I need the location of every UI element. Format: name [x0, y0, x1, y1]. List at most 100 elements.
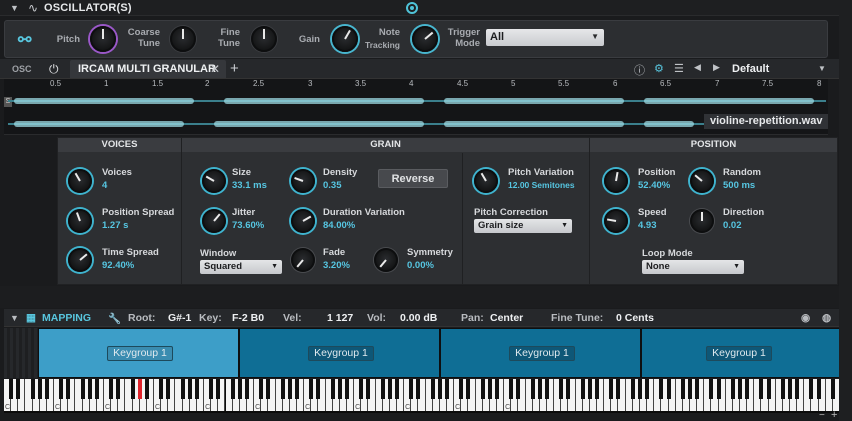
- black-key[interactable]: [795, 379, 800, 399]
- black-key[interactable]: [566, 379, 571, 399]
- vel-value[interactable]: 1 127: [327, 312, 353, 324]
- black-key[interactable]: [487, 379, 492, 399]
- black-key[interactable]: [630, 379, 635, 399]
- keygroup-zone[interactable]: Keygroup 1: [440, 328, 641, 378]
- fade-knob[interactable]: [291, 248, 315, 272]
- vertical-scrollbar[interactable]: [839, 0, 852, 421]
- black-key[interactable]: [280, 379, 285, 399]
- black-key[interactable]: [266, 379, 271, 399]
- black-key[interactable]: [387, 379, 392, 399]
- black-key[interactable]: [530, 379, 535, 399]
- fine-tune-knob[interactable]: [251, 26, 277, 52]
- black-key[interactable]: [409, 379, 414, 399]
- black-key[interactable]: [309, 379, 314, 399]
- black-key[interactable]: [595, 379, 600, 399]
- settings-icon[interactable]: ⚙: [654, 62, 664, 75]
- black-key[interactable]: [209, 379, 214, 399]
- root-value[interactable]: G#-1: [168, 312, 191, 324]
- black-key[interactable]: [687, 379, 692, 399]
- black-key[interactable]: [344, 379, 349, 399]
- black-key[interactable]: [337, 379, 342, 399]
- collapse-triangle-icon[interactable]: ▼: [10, 3, 19, 13]
- add-oscillator-icon[interactable]: +: [230, 60, 239, 77]
- black-key[interactable]: [537, 379, 542, 399]
- black-key[interactable]: [509, 379, 514, 399]
- power-icon[interactable]: ⏻: [49, 62, 59, 77]
- direction-knob[interactable]: [690, 209, 714, 233]
- black-key[interactable]: [459, 379, 464, 399]
- next-icon[interactable]: ▶: [713, 62, 720, 73]
- key-value[interactable]: F-2 B0: [232, 312, 264, 324]
- black-key[interactable]: [287, 379, 292, 399]
- time-spread-knob[interactable]: [68, 248, 92, 272]
- black-key[interactable]: [294, 379, 299, 399]
- palette-icon[interactable]: ◍: [822, 312, 831, 324]
- black-key[interactable]: [166, 379, 171, 399]
- pitch-variation-knob[interactable]: [474, 169, 498, 193]
- black-key[interactable]: [116, 379, 121, 399]
- black-key[interactable]: [737, 379, 742, 399]
- black-key[interactable]: [809, 379, 814, 399]
- pan-value[interactable]: Center: [490, 312, 523, 324]
- black-key[interactable]: [495, 379, 500, 399]
- black-key[interactable]: [59, 379, 64, 399]
- black-key[interactable]: [144, 379, 149, 399]
- black-key[interactable]: [94, 379, 99, 399]
- keygroup-zone[interactable]: Keygroup 1: [641, 328, 840, 378]
- black-key[interactable]: [394, 379, 399, 399]
- black-key[interactable]: [516, 379, 521, 399]
- collapse-triangle-icon[interactable]: ▼: [10, 313, 19, 323]
- vol-value[interactable]: 0.00 dB: [400, 312, 437, 324]
- black-key[interactable]: [637, 379, 642, 399]
- close-icon[interactable]: ✕: [210, 62, 220, 76]
- info-icon[interactable]: ⓘ: [634, 62, 645, 78]
- black-key[interactable]: [109, 379, 114, 399]
- black-key[interactable]: [709, 379, 714, 399]
- black-key[interactable]: [244, 379, 249, 399]
- trigger-mode-select[interactable]: All ▼: [486, 29, 604, 46]
- keygroup-zone[interactable]: Keygroup 1: [239, 328, 440, 378]
- target-icon[interactable]: [406, 2, 418, 14]
- black-key[interactable]: [416, 379, 421, 399]
- black-key[interactable]: [559, 379, 564, 399]
- jitter-knob[interactable]: [202, 209, 226, 233]
- black-key[interactable]: [609, 379, 614, 399]
- black-key[interactable]: [87, 379, 92, 399]
- loop-mode-select[interactable]: None ▼: [642, 260, 744, 274]
- black-key[interactable]: [37, 379, 42, 399]
- black-key[interactable]: [430, 379, 435, 399]
- menu-icon[interactable]: ☰: [674, 62, 684, 75]
- black-key[interactable]: [180, 379, 185, 399]
- black-key[interactable]: [666, 379, 671, 399]
- black-key[interactable]: [545, 379, 550, 399]
- zoom-out-icon[interactable]: −: [819, 410, 825, 421]
- black-key[interactable]: [716, 379, 721, 399]
- density-knob[interactable]: [291, 169, 315, 193]
- black-key[interactable]: [587, 379, 592, 399]
- black-key[interactable]: [80, 379, 85, 399]
- black-key[interactable]: [745, 379, 750, 399]
- black-key[interactable]: [316, 379, 321, 399]
- black-key[interactable]: [659, 379, 664, 399]
- chevron-down-icon[interactable]: ▼: [818, 64, 826, 73]
- position-knob[interactable]: [604, 169, 628, 193]
- gain-knob[interactable]: [332, 26, 358, 52]
- voices-knob[interactable]: [68, 169, 92, 193]
- coarse-tune-knob[interactable]: [170, 26, 196, 52]
- wrench-icon[interactable]: 🔧: [108, 312, 121, 325]
- speed-knob[interactable]: [604, 209, 628, 233]
- black-key[interactable]: [580, 379, 585, 399]
- pitch-knob[interactable]: [90, 26, 116, 52]
- previous-icon[interactable]: ◀: [694, 62, 701, 73]
- size-knob[interactable]: [202, 169, 226, 193]
- black-key[interactable]: [695, 379, 700, 399]
- black-key[interactable]: [766, 379, 771, 399]
- black-key[interactable]: [445, 379, 449, 399]
- eye-icon[interactable]: ◉: [801, 312, 810, 324]
- black-key[interactable]: [759, 379, 764, 399]
- black-key[interactable]: [330, 379, 335, 399]
- black-key[interactable]: [194, 379, 199, 399]
- black-key[interactable]: [66, 379, 71, 399]
- black-key[interactable]: [187, 379, 192, 399]
- black-key[interactable]: [359, 379, 364, 399]
